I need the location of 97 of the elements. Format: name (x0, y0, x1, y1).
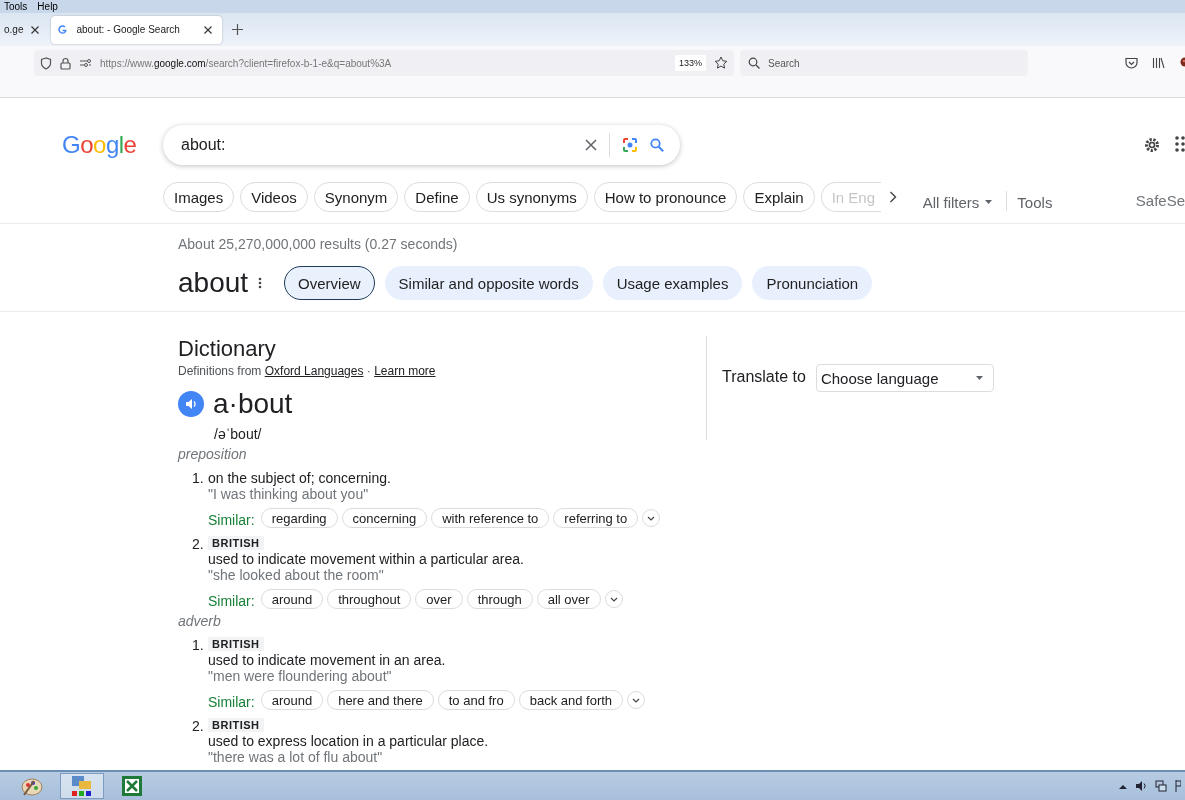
sense-number: 1. (192, 637, 205, 655)
sense-number: 1. (192, 470, 205, 488)
flag-icon[interactable] (1175, 780, 1181, 792)
chevron-down-icon (647, 515, 656, 521)
browser-tab[interactable]: o.ge (0, 15, 48, 44)
sense-number: 2. (192, 718, 205, 736)
shield-icon[interactable] (40, 56, 52, 70)
word-title: about (178, 267, 249, 299)
filter-chip[interactable]: Videos (240, 182, 308, 212)
similar-word-chip[interactable]: concerning (341, 508, 428, 528)
chevron-right-icon[interactable] (888, 191, 897, 203)
filter-chip[interactable]: Images (163, 182, 235, 212)
url-text: https://www.google.com/search?client=firefox-b-1-e&q=about%3A (100, 57, 393, 69)
region-label: BRITISH (208, 536, 264, 550)
part-of-speech: adverb (178, 613, 222, 629)
filter-chip[interactable]: How to pronounce (593, 182, 738, 212)
filter-chip[interactable]: Synonym (313, 182, 399, 212)
similar-word-chip[interactable]: here and there (327, 690, 434, 710)
source-text: Definitions from Oxford Languages · Learn more (178, 364, 437, 378)
section-title: Dictionary (178, 336, 277, 362)
library-icon[interactable] (1152, 57, 1165, 69)
browser-tab[interactable]: about: - Google Search (51, 15, 223, 44)
definition: used to indicate movement in an area. (208, 652, 447, 668)
similar-word-chip[interactable]: around (260, 589, 324, 609)
example: "she looked about the room" (208, 567, 385, 583)
region-label: BRITISH (208, 718, 264, 732)
result-stats: About 25,270,000,000 results (0.27 seconds) (178, 236, 459, 252)
sense-number: 2. (192, 536, 205, 554)
learn-more-link[interactable]: Learn more (374, 364, 436, 378)
similar-word-chip[interactable]: all over (536, 589, 601, 609)
search-icon[interactable] (650, 138, 664, 152)
part-of-speech: preposition (178, 446, 248, 462)
lens-icon[interactable] (622, 137, 638, 153)
similar-word-chip[interactable]: referring to (553, 508, 639, 528)
word-tab[interactable]: Usage examples (602, 266, 743, 300)
similar-word-chip[interactable]: to and fro (437, 690, 515, 710)
similar-word-chip[interactable]: throughout (327, 589, 412, 609)
speaker-icon (184, 397, 198, 411)
headword: a·bout (213, 388, 293, 420)
search-bar[interactable]: Search (740, 50, 1028, 76)
word-tab[interactable]: Overview (284, 266, 375, 300)
search-icon (748, 57, 760, 69)
search-input[interactable]: Search (766, 56, 1010, 70)
similar-word-chip[interactable]: regarding (260, 508, 338, 528)
clear-icon[interactable] (585, 139, 597, 151)
speaker-button[interactable] (178, 391, 204, 417)
definition: used to express location in a particular place. (208, 733, 489, 749)
definition: on the subject of; concerning. (208, 470, 392, 486)
app-taskbar-icon[interactable] (60, 773, 104, 799)
word-tab[interactable]: Pronunciation (752, 266, 873, 300)
similar-word-chip[interactable]: around (260, 690, 324, 710)
similar-word-chip[interactable]: through (466, 589, 533, 609)
more-icon[interactable] (258, 277, 263, 289)
language-dropdown[interactable]: Choose language (815, 364, 994, 392)
example: "men were floundering about" (208, 668, 393, 684)
similar-label: Similar: (208, 592, 255, 609)
address-bar[interactable]: https://www.google.com/search?client=firefox-b-1-e&q=about%3A 133% (34, 50, 734, 76)
pin-icon[interactable] (1179, 57, 1185, 69)
pronunciation: /əˈbout/ (214, 426, 263, 442)
filter-chip[interactable]: Explain (743, 182, 815, 212)
chevron-down-icon (609, 596, 618, 602)
close-icon[interactable] (204, 25, 213, 34)
tools-button[interactable]: Tools (1017, 183, 1053, 211)
source-link[interactable]: Oxford Languages (264, 364, 364, 378)
zoom-level[interactable]: 133% (674, 55, 706, 71)
google-icon (57, 24, 69, 35)
tray-arrow-icon[interactable] (1119, 783, 1127, 789)
similar-label: Similar: (208, 693, 255, 710)
caret-icon (985, 200, 993, 204)
new-tab-icon[interactable] (232, 24, 244, 35)
menu-item[interactable]: Help (37, 0, 58, 13)
similar-word-chip[interactable]: over (415, 589, 463, 609)
word-tab[interactable]: Similar and opposite words (384, 266, 593, 300)
similar-label: Similar: (208, 511, 255, 528)
caret-icon (975, 376, 983, 380)
network-icon[interactable] (1155, 780, 1167, 792)
star-icon[interactable] (714, 56, 728, 70)
chevron-down-icon (632, 697, 641, 703)
translate-label: Translate to (722, 367, 806, 386)
region-label: BRITISH (208, 637, 264, 651)
safesearch-button[interactable]: SafeSe (1135, 185, 1185, 209)
all-filters-button[interactable]: All filters (922, 183, 993, 211)
similar-word-chip[interactable]: back and forth (518, 690, 624, 710)
definition: used to indicate movement within a particular area. (208, 551, 525, 567)
filter-chip[interactable]: Define (404, 182, 470, 212)
menu-item[interactable]: Tools (4, 0, 28, 13)
close-icon[interactable] (31, 25, 40, 34)
filter-chip[interactable]: Us synonyms (475, 182, 588, 212)
lock-icon[interactable] (60, 56, 71, 70)
settings-icon[interactable] (1143, 136, 1161, 154)
sliders-icon[interactable] (79, 58, 92, 68)
pocket-icon[interactable] (1125, 57, 1138, 69)
volume-icon[interactable] (1135, 780, 1147, 792)
example: "there was a lot of flu about" (208, 749, 384, 765)
example: "I was thinking about you" (208, 486, 370, 502)
google-logo[interactable]: Google (62, 131, 163, 159)
similar-word-chip[interactable]: with reference to (431, 508, 550, 528)
